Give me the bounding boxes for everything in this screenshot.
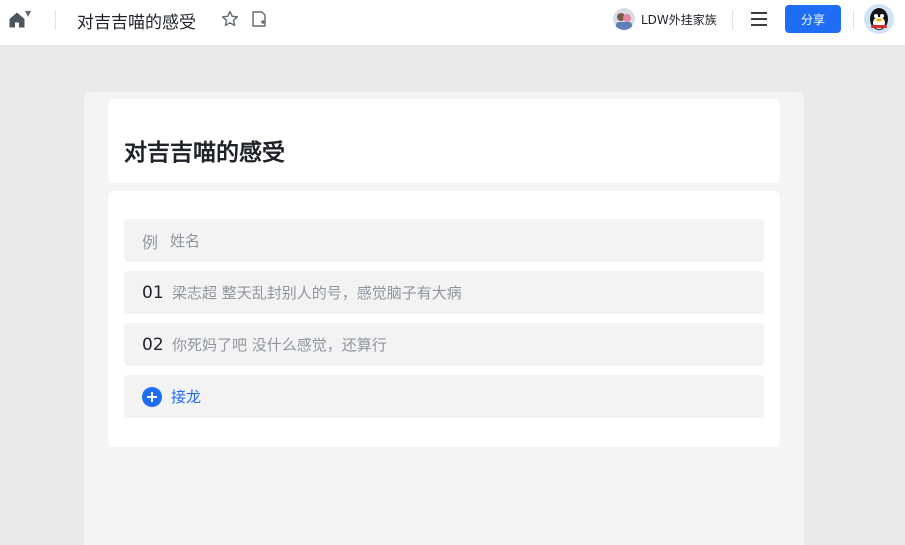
doc-title[interactable]: 对吉吉喵的感受 [77, 8, 196, 33]
home-icon [8, 11, 26, 29]
divider [853, 10, 854, 30]
divider [732, 10, 733, 30]
relay-list: 例 姓名 01 梁志超 整天乱封别人的号，感觉脑子有大病 02 你死妈了吧 没什… [108, 191, 780, 447]
chevron-down-icon[interactable]: ▼ [25, 9, 31, 18]
entry-text: 梁志超 整天乱封别人的号，感觉脑子有大病 [172, 284, 462, 302]
user-avatar[interactable] [864, 4, 894, 34]
example-row: 例 姓名 [124, 219, 764, 262]
entry-number: 02 [142, 334, 164, 355]
entry-text: 你死妈了吧 没什么感觉，还算行 [172, 336, 387, 354]
group-name: LDW外挂家族 [641, 12, 717, 27]
example-label: 例 [142, 232, 159, 252]
plus-circle-icon [142, 386, 162, 407]
list-item[interactable]: 01 梁志超 整天乱封别人的号，感觉脑子有大病 [124, 271, 764, 314]
title-card: 对吉吉喵的感受 [108, 99, 780, 183]
entry-number: 01 [142, 282, 164, 303]
top-bar: ▼ 对吉吉喵的感受 LDW外挂家族 分享 [0, 0, 905, 46]
group-avatar [613, 8, 635, 30]
star-icon[interactable] [220, 9, 240, 29]
list-item[interactable]: 02 你死妈了吧 没什么感觉，还算行 [124, 323, 764, 366]
add-entry-button[interactable]: 接龙 [124, 375, 764, 418]
group-chip[interactable]: LDW外挂家族 [613, 7, 717, 31]
add-entry-label: 接龙 [171, 388, 202, 406]
document-sheet: 对吉吉喵的感受 例 姓名 01 梁志超 整天乱封别人的号，感觉脑子有大病 02 … [84, 92, 804, 545]
hamburger-menu-icon[interactable] [748, 9, 770, 29]
page-title: 对吉吉喵的感受 [124, 140, 285, 166]
divider [55, 10, 56, 30]
example-text: 姓名 [170, 232, 201, 250]
note-add-icon[interactable] [249, 9, 269, 29]
share-button[interactable]: 分享 [785, 5, 841, 33]
